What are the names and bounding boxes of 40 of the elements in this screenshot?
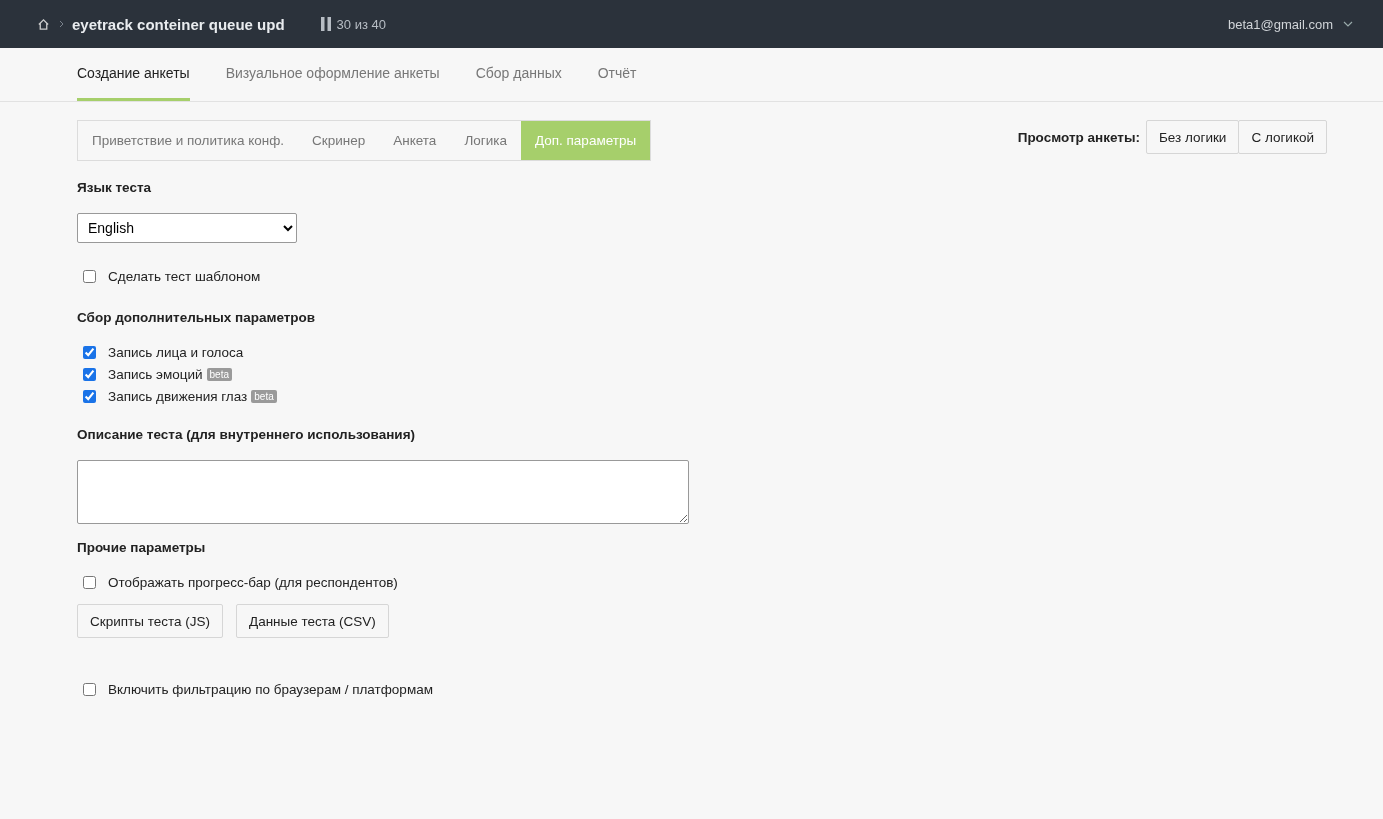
action-button[interactable]: Данные теста (CSV) — [236, 604, 389, 638]
checkbox-label: Отображать прогресс-бар (для респондентов) — [108, 575, 398, 590]
preview-label: Просмотр анкеты: — [1017, 129, 1140, 145]
checkbox-label: Запись движения глаз — [108, 389, 248, 404]
user-email[interactable]: beta1@gmail.com — [1228, 16, 1333, 32]
pause-icon[interactable] — [320, 17, 331, 31]
preview-button[interactable]: С логикой — [1238, 120, 1327, 154]
beta-badge: beta — [206, 368, 232, 381]
description-field[interactable] — [77, 460, 689, 524]
sub-tab[interactable]: Анкета — [379, 121, 451, 160]
main-tab[interactable]: Сбор данных — [475, 48, 562, 101]
progress-count: 30 из 40 — [336, 16, 386, 32]
checkbox-label: Запись эмоций — [108, 367, 203, 382]
main-tab[interactable]: Отчёт — [597, 48, 637, 101]
checkbox[interactable] — [83, 346, 96, 359]
action-button[interactable]: Скрипты теста (JS) — [77, 604, 223, 638]
project-title: eyetrack conteiner queue upd — [72, 15, 285, 33]
main-tab[interactable]: Визуальное оформление анкеты — [225, 48, 440, 101]
section-heading: Прочие параметры — [77, 540, 207, 555]
sub-tab[interactable]: Приветствие и политика конф. — [78, 121, 299, 160]
sub-tab[interactable]: Скринер — [298, 121, 380, 160]
checkbox[interactable] — [83, 368, 96, 381]
home-icon[interactable] — [37, 17, 50, 31]
section-heading: Язык теста — [77, 180, 153, 195]
checkbox[interactable] — [83, 683, 96, 696]
checkbox[interactable] — [83, 270, 96, 283]
checkbox-label: Запись лица и голоса — [108, 345, 244, 360]
section-heading: Сбор дополнительных параметров — [77, 310, 317, 325]
preview-button[interactable]: Без логики — [1145, 120, 1240, 154]
checkbox-label: Включить фильтрацию по браузерам / платформам — [108, 682, 433, 697]
checkbox-label: Сделать тест шаблоном — [108, 269, 261, 284]
checkbox[interactable] — [83, 390, 96, 403]
language-select[interactable]: English — [77, 213, 297, 243]
sub-tab[interactable]: Логика — [450, 121, 521, 160]
chevron-right-icon — [59, 20, 64, 28]
chevron-down-icon[interactable] — [1343, 21, 1353, 27]
section-heading: Описание теста (для внутреннего использования) — [77, 427, 416, 442]
checkbox[interactable] — [83, 576, 96, 589]
main-tab[interactable]: Создание анкеты — [77, 48, 190, 101]
beta-badge: beta — [251, 390, 277, 403]
